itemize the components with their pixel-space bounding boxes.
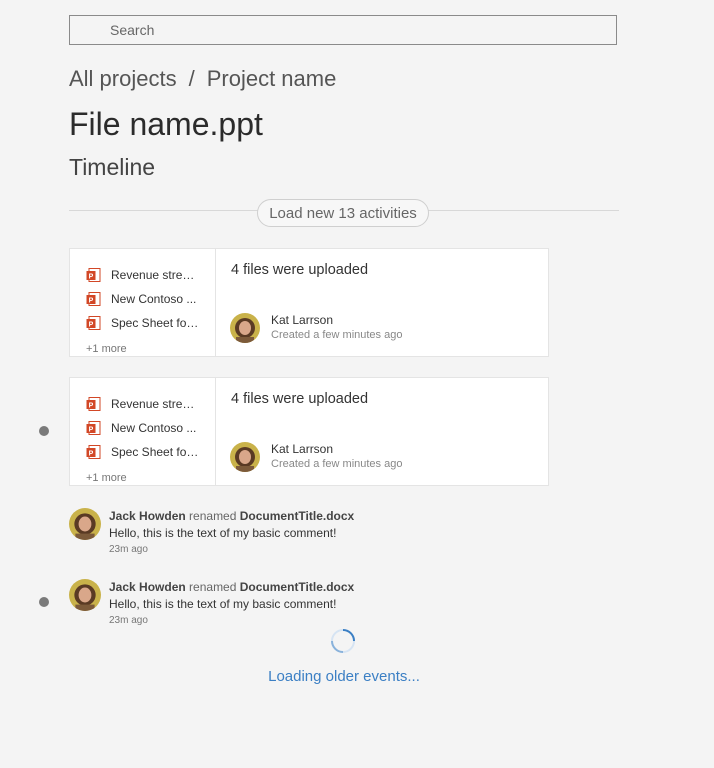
- powerpoint-icon: P: [86, 291, 101, 307]
- comment-text: Hello, this is the text of my basic comm…: [109, 597, 337, 611]
- breadcrumb-project-name[interactable]: Project name: [207, 66, 337, 92]
- search-input[interactable]: [70, 16, 616, 44]
- comment-time: 23m ago: [109, 544, 148, 555]
- activity-author[interactable]: Kat Larrson: [271, 313, 333, 327]
- file-item[interactable]: P Revenue streams.pptx: [86, 266, 199, 284]
- file-item[interactable]: P Spec Sheet for ...: [86, 314, 199, 332]
- comment-item: Jack Howden renamed DocumentTitle.docx H…: [69, 508, 489, 564]
- activity-summary: 4 files were uploaded: [231, 262, 369, 278]
- timeline-dot: [39, 426, 49, 436]
- timeline-dot: [39, 597, 49, 607]
- activity-author[interactable]: Kat Larrson: [271, 442, 333, 456]
- more-files-link[interactable]: +1 more: [86, 472, 127, 484]
- comment-text: Hello, this is the text of my basic comm…: [109, 526, 337, 540]
- activity-meta: Created a few minutes ago: [271, 458, 403, 470]
- comment-action: renamed: [189, 509, 237, 523]
- activity-card[interactable]: P Revenue streams.pptx P New Contoso ...…: [69, 248, 549, 357]
- powerpoint-icon: P: [86, 420, 101, 436]
- load-new-activities-button[interactable]: Load new 13 activities: [257, 199, 429, 227]
- file-name: Revenue streams.pptx: [111, 397, 199, 411]
- breadcrumb-separator: /: [188, 66, 195, 91]
- activity-summary: 4 files were uploaded: [231, 391, 369, 407]
- svg-text:P: P: [89, 402, 94, 409]
- activity-card[interactable]: P Revenue streams.pptx P New Contoso ...…: [69, 377, 549, 486]
- svg-text:P: P: [89, 321, 94, 328]
- file-name: Spec Sheet for ...: [111, 445, 199, 459]
- activity-meta: Created a few minutes ago: [271, 329, 403, 341]
- comment-action: renamed: [189, 580, 237, 594]
- svg-text:P: P: [89, 426, 94, 433]
- comment-author[interactable]: Jack Howden: [109, 509, 186, 523]
- powerpoint-icon: P: [86, 315, 101, 331]
- powerpoint-icon: P: [86, 267, 101, 283]
- powerpoint-icon: P: [86, 444, 101, 460]
- page-subtitle: Timeline: [69, 154, 156, 180]
- powerpoint-icon: P: [86, 396, 101, 412]
- svg-text:P: P: [89, 273, 94, 280]
- more-files-link[interactable]: +1 more: [86, 343, 127, 355]
- breadcrumb-all-projects[interactable]: All projects: [69, 66, 177, 92]
- comment-item: Jack Howden renamed DocumentTitle.docx H…: [69, 579, 489, 635]
- avatar: [69, 579, 101, 611]
- file-name: New Contoso ...: [111, 421, 197, 435]
- loading-spinner-icon: [330, 628, 356, 654]
- comment-target[interactable]: DocumentTitle.docx: [240, 509, 354, 523]
- comment-header: Jack Howden renamed DocumentTitle.docx: [109, 509, 354, 523]
- breadcrumb: All projects / Project name: [69, 66, 336, 92]
- comment-author[interactable]: Jack Howden: [109, 580, 186, 594]
- file-name: Revenue streams.pptx: [111, 268, 199, 282]
- comment-target[interactable]: DocumentTitle.docx: [240, 580, 354, 594]
- svg-text:P: P: [89, 450, 94, 457]
- file-item[interactable]: P Revenue streams.pptx: [86, 395, 199, 413]
- svg-text:P: P: [89, 297, 94, 304]
- file-list: P Revenue streams.pptx P New Contoso ...…: [70, 378, 216, 485]
- avatar: [230, 442, 260, 472]
- page-title: File name.ppt: [69, 106, 263, 142]
- file-name: Spec Sheet for ...: [111, 316, 199, 330]
- search-box[interactable]: [69, 15, 617, 45]
- file-list: P Revenue streams.pptx P New Contoso ...…: [70, 249, 216, 356]
- file-item[interactable]: P New Contoso ...: [86, 290, 199, 308]
- avatar: [230, 313, 260, 343]
- loading-status: Loading older events...: [268, 668, 420, 685]
- file-item[interactable]: P New Contoso ...: [86, 419, 199, 437]
- comment-header: Jack Howden renamed DocumentTitle.docx: [109, 580, 354, 594]
- file-name: New Contoso ...: [111, 292, 197, 306]
- avatar: [69, 508, 101, 540]
- file-item[interactable]: P Spec Sheet for ...: [86, 443, 199, 461]
- comment-time: 23m ago: [109, 615, 148, 626]
